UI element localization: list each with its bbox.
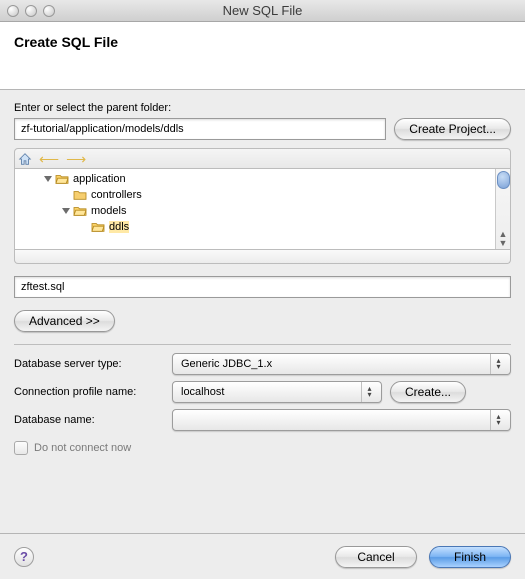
tree-item-label: models bbox=[91, 205, 126, 217]
tree-item[interactable]: controllers bbox=[18, 187, 507, 203]
disclosure-icon[interactable] bbox=[62, 208, 70, 214]
minimize-icon[interactable] bbox=[25, 5, 37, 17]
tree-item-label: ddls bbox=[109, 221, 129, 233]
divider bbox=[14, 344, 511, 345]
chevron-updown-icon: ▴▾ bbox=[490, 354, 506, 374]
server-type-label: Database server type: bbox=[14, 358, 164, 370]
wizard-banner: Create SQL File bbox=[0, 22, 525, 90]
database-name-label: Database name: bbox=[14, 414, 164, 426]
server-type-value: Generic JDBC_1.x bbox=[181, 358, 272, 370]
tree-item-label: application bbox=[73, 173, 126, 185]
chevron-updown-icon: ▴▾ bbox=[361, 382, 377, 402]
tree-toolbar: ⟵ ⟶ bbox=[14, 148, 511, 168]
tree-item[interactable]: ddls bbox=[18, 219, 507, 235]
connection-profile-label: Connection profile name: bbox=[14, 386, 164, 398]
disclosure-icon[interactable] bbox=[44, 176, 52, 182]
window-controls bbox=[7, 5, 55, 17]
tree-item[interactable]: models bbox=[18, 203, 507, 219]
zoom-icon[interactable] bbox=[43, 5, 55, 17]
nav-forward-icon[interactable]: ⟶ bbox=[66, 152, 86, 166]
dialog-footer: ? Cancel Finish bbox=[0, 533, 525, 579]
help-button[interactable]: ? bbox=[14, 547, 34, 567]
scroll-thumb[interactable] bbox=[497, 171, 510, 189]
create-profile-button[interactable]: Create... bbox=[390, 381, 466, 403]
connection-profile-value: localhost bbox=[181, 386, 224, 398]
tree-item[interactable]: application bbox=[18, 171, 507, 187]
finish-button[interactable]: Finish bbox=[429, 546, 511, 568]
server-type-select[interactable]: Generic JDBC_1.x ▴▾ bbox=[172, 353, 511, 375]
cancel-button[interactable]: Cancel bbox=[335, 546, 417, 568]
scroll-down-icon[interactable]: ▼ bbox=[499, 239, 508, 248]
filename-input[interactable] bbox=[14, 276, 511, 298]
parent-folder-label: Enter or select the parent folder: bbox=[14, 102, 511, 114]
folder-icon bbox=[73, 205, 87, 217]
create-project-button[interactable]: Create Project... bbox=[394, 118, 511, 140]
folder-icon bbox=[91, 221, 105, 233]
tree-horizontal-scrollbar[interactable] bbox=[14, 250, 511, 264]
tree-vertical-scrollbar[interactable]: ▲▼ bbox=[495, 169, 510, 249]
advanced-button[interactable]: Advanced >> bbox=[14, 310, 115, 332]
close-icon[interactable] bbox=[7, 5, 19, 17]
parent-folder-input[interactable] bbox=[14, 118, 386, 140]
titlebar: New SQL File bbox=[0, 0, 525, 22]
page-title: Create SQL File bbox=[14, 34, 511, 50]
tree-item-label: controllers bbox=[91, 189, 142, 201]
connection-profile-select[interactable]: localhost ▴▾ bbox=[172, 381, 382, 403]
database-name-select[interactable]: ▴▾ bbox=[172, 409, 511, 431]
chevron-updown-icon: ▴▾ bbox=[490, 410, 506, 430]
folder-tree[interactable]: application controllers models ddls ▲▼ bbox=[14, 168, 511, 250]
nav-back-icon[interactable]: ⟵ bbox=[39, 152, 59, 166]
folder-icon bbox=[73, 189, 87, 201]
do-not-connect-checkbox[interactable] bbox=[14, 441, 28, 455]
folder-icon bbox=[55, 173, 69, 185]
do-not-connect-label: Do not connect now bbox=[34, 442, 131, 454]
window-title: New SQL File bbox=[0, 3, 525, 18]
home-icon[interactable] bbox=[18, 152, 32, 166]
